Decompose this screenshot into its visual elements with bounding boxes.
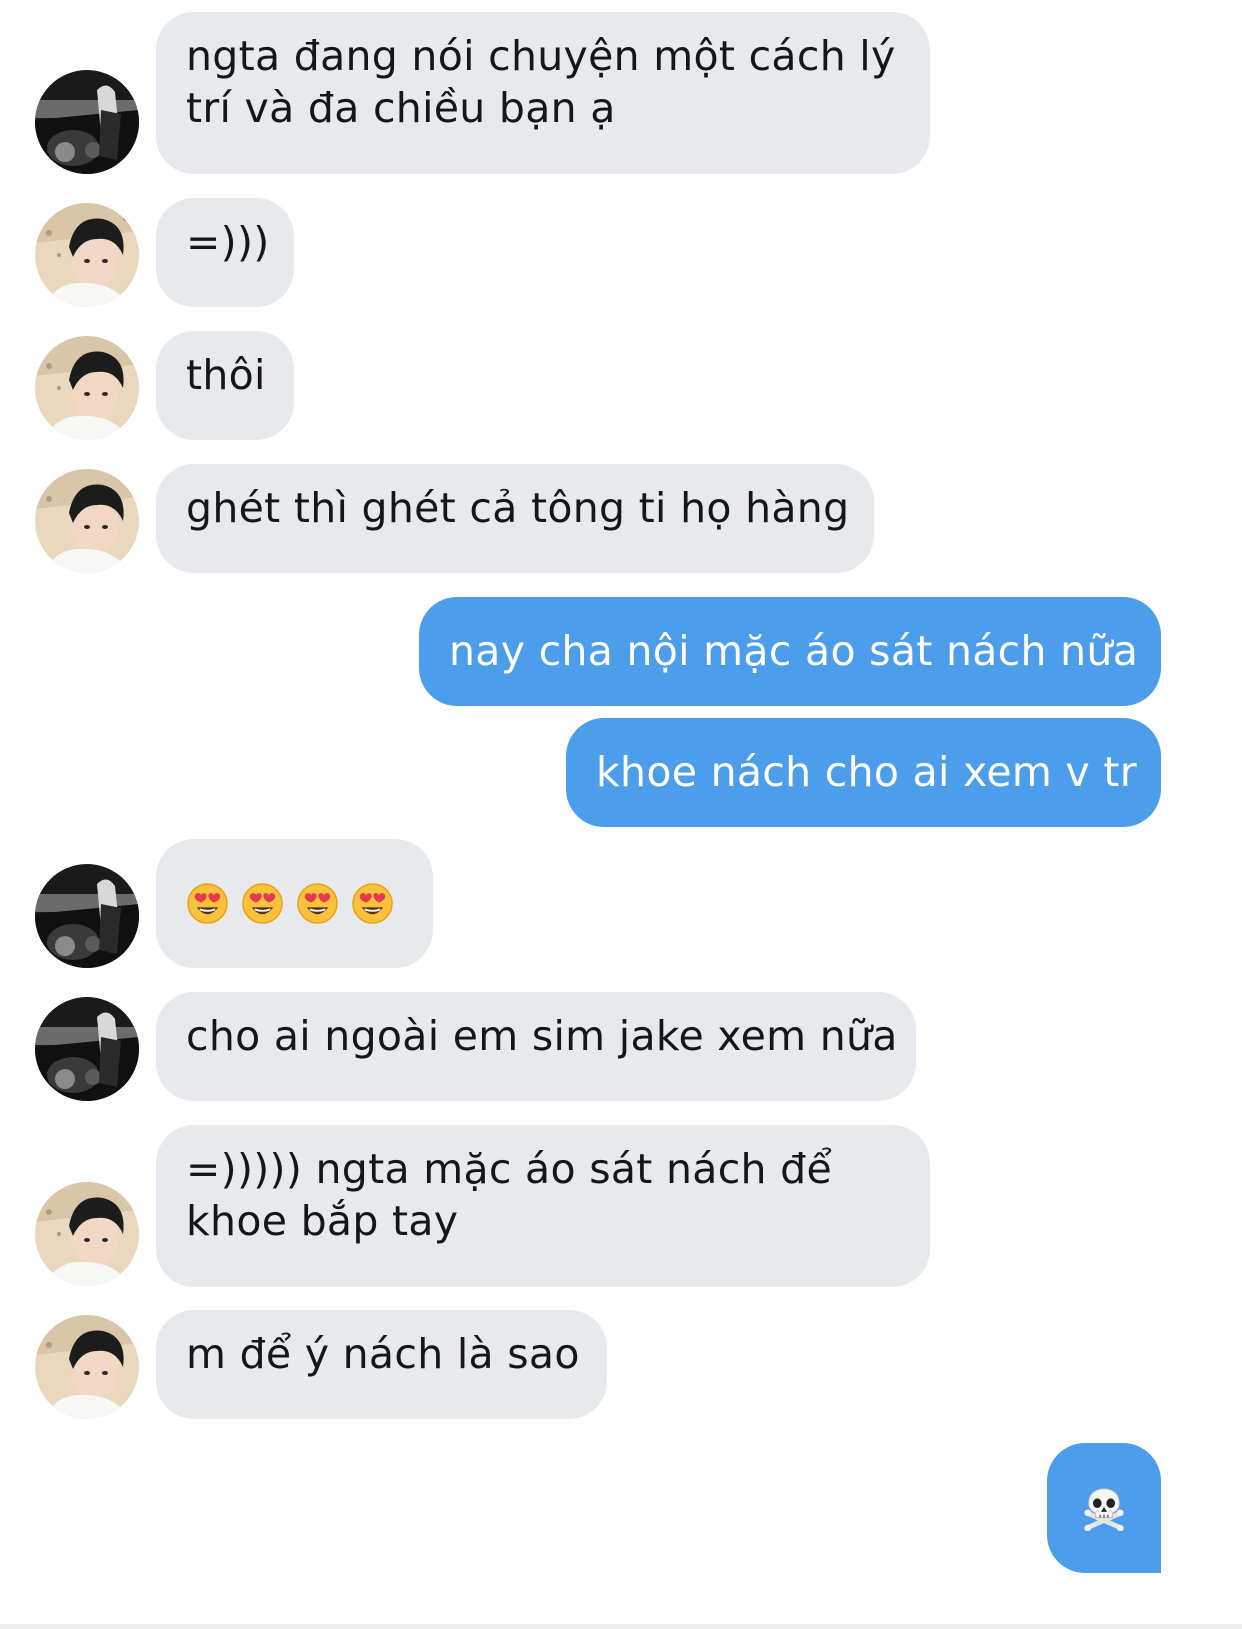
avatar-beach-photo xyxy=(35,1315,139,1419)
heart-eyes-emoji-icon xyxy=(297,882,338,924)
message-text: =))))) ngta mặc áo sát nách để khoe bắp … xyxy=(186,1145,833,1245)
avatar-beach[interactable] xyxy=(35,1315,139,1419)
avatar-bw-photo xyxy=(35,70,139,174)
message-bubble-incoming[interactable] xyxy=(156,839,433,968)
message-bubble-incoming[interactable]: ghét thì ghét cả tông ti họ hàng xyxy=(156,464,874,573)
message-text: m để ý nách là sao xyxy=(186,1330,580,1378)
avatar-beach[interactable] xyxy=(35,1182,139,1286)
emoji-row xyxy=(186,877,403,929)
avatar-beach-photo xyxy=(35,469,139,573)
avatar-beach[interactable] xyxy=(35,336,139,440)
avatar-beach[interactable] xyxy=(35,203,139,307)
message-bubble-incoming[interactable]: ngta đang nói chuyện một cách lý trí và … xyxy=(156,12,930,174)
message-text: khoe nách cho ai xem v tr xyxy=(596,748,1137,796)
message-text: nay cha nội mặc áo sát nách nữa xyxy=(449,627,1139,675)
heart-eyes-emoji-icon xyxy=(242,882,283,924)
avatar-beach[interactable] xyxy=(35,469,139,573)
heart-eyes-emoji-icon xyxy=(187,882,228,924)
emoji-container xyxy=(1047,1443,1161,1573)
avatar-bw-photo xyxy=(35,997,139,1101)
avatar-beach-photo xyxy=(35,1182,139,1286)
message-text: ghét thì ghét cả tông ti họ hàng xyxy=(186,484,850,532)
message-text: ngta đang nói chuyện một cách lý trí và … xyxy=(186,32,896,132)
avatar-bw[interactable] xyxy=(35,864,139,968)
avatar-bw[interactable] xyxy=(35,70,139,174)
message-text: cho ai ngoài em sim jake xem nữa xyxy=(186,1012,898,1060)
message-text: thôi xyxy=(186,351,266,399)
message-bubble-incoming[interactable]: m để ý nách là sao xyxy=(156,1310,607,1419)
avatar-bw[interactable] xyxy=(35,997,139,1101)
avatar-beach-photo xyxy=(35,336,139,440)
message-bubble-incoming[interactable]: =))) xyxy=(156,198,294,307)
message-bubble-incoming[interactable]: thôi xyxy=(156,331,294,440)
message-bubble-outgoing[interactable]: khoe nách cho ai xem v tr xyxy=(566,718,1161,827)
message-bubble-incoming[interactable]: cho ai ngoài em sim jake xem nữa xyxy=(156,992,916,1101)
skull-and-crossbones-icon xyxy=(1084,1488,1124,1531)
message-bubble-outgoing[interactable] xyxy=(1047,1443,1161,1573)
bottom-divider xyxy=(0,1624,1242,1629)
message-bubble-incoming[interactable]: =))))) ngta mặc áo sát nách để khoe bắp … xyxy=(156,1125,930,1287)
message-text: =))) xyxy=(186,218,270,266)
avatar-bw-photo xyxy=(35,864,139,968)
chat-thread[interactable]: ngta đang nói chuyện một cách lý trí và … xyxy=(0,0,1242,1629)
avatar-beach-photo xyxy=(35,203,139,307)
message-bubble-outgoing[interactable]: nay cha nội mặc áo sát nách nữa xyxy=(419,597,1161,706)
heart-eyes-emoji-icon xyxy=(352,882,393,924)
